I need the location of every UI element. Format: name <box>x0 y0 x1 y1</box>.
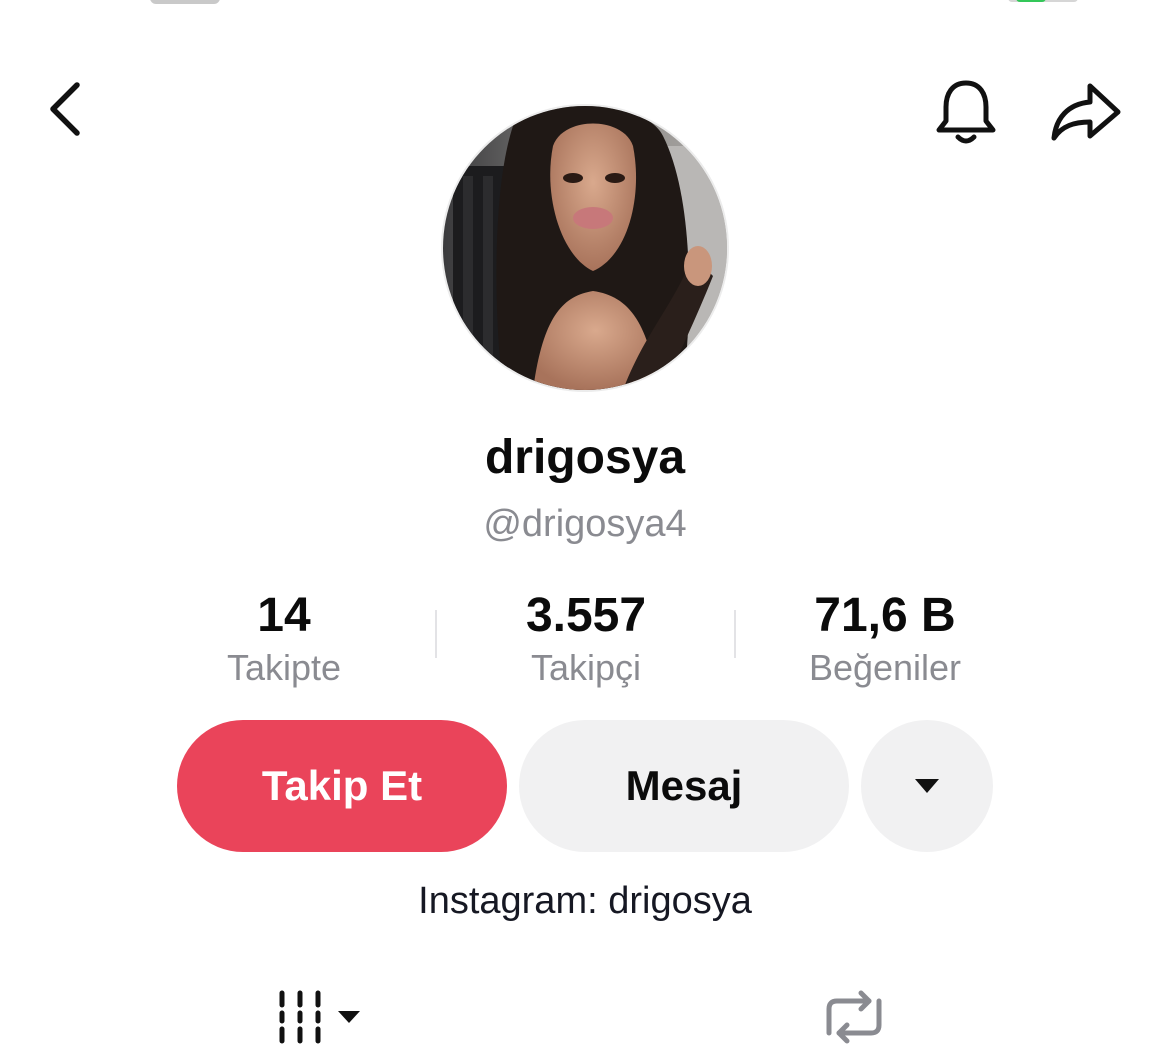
notification-button[interactable] <box>928 74 1004 150</box>
stat-following[interactable]: 14 Takipte <box>134 586 434 690</box>
username-handle: @drigosya4 <box>483 503 687 545</box>
avatar[interactable] <box>441 104 729 392</box>
status-bar <box>0 0 1170 6</box>
signal-indicator <box>150 0 220 4</box>
bio-text: Instagram: drigosya <box>418 880 752 922</box>
share-button[interactable] <box>1046 74 1126 150</box>
message-button[interactable]: Mesaj <box>519 720 849 852</box>
likes-count: 71,6 B <box>814 589 956 642</box>
followers-count: 3.557 <box>525 589 647 642</box>
tab-videos[interactable] <box>270 985 370 1049</box>
following-count: 14 <box>257 589 311 642</box>
chevron-left-icon <box>50 82 80 136</box>
follow-button[interactable]: Takip Et <box>177 720 507 852</box>
suggested-accounts-button[interactable] <box>861 720 993 852</box>
videos-grid-icon <box>279 990 360 1044</box>
battery-indicator <box>1008 0 1078 2</box>
tab-reposts[interactable] <box>816 985 892 1049</box>
bell-icon <box>936 80 996 144</box>
back-button[interactable] <box>30 74 100 144</box>
stat-likes[interactable]: 71,6 B Beğeniler <box>735 586 1035 690</box>
following-label: Takipte <box>226 647 342 688</box>
message-button-label: Mesaj <box>625 762 743 809</box>
caret-down-icon <box>915 779 939 793</box>
stat-followers[interactable]: 3.557 Takipçi <box>436 586 736 690</box>
avatar-photo <box>443 106 727 390</box>
display-name: drigosya <box>484 431 686 484</box>
repost-icon <box>826 990 882 1044</box>
follow-button-label: Takip Et <box>261 762 423 809</box>
followers-label: Takipçi <box>530 647 642 688</box>
share-arrow-icon <box>1051 83 1121 141</box>
likes-label: Beğeniler <box>808 647 962 688</box>
